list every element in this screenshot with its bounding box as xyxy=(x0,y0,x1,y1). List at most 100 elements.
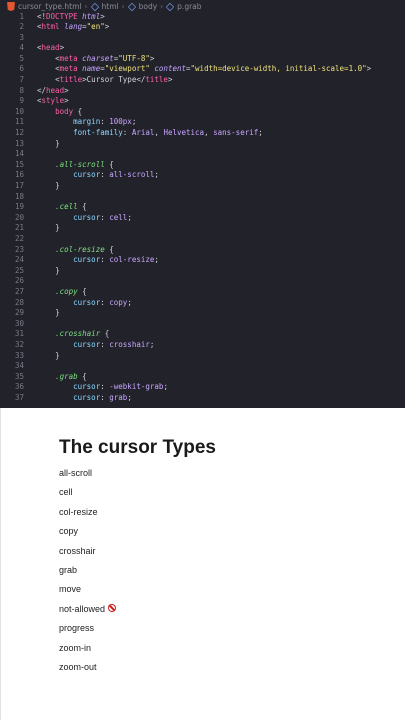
line-number: 5 xyxy=(19,53,24,63)
code-text: cursor: crosshair; xyxy=(73,339,155,349)
code-text: <meta charset="UTF-8"> xyxy=(55,53,155,63)
list-item-zoom-in[interactable]: zoom-in xyxy=(59,642,116,661)
code-line[interactable]: 33 } xyxy=(0,351,405,362)
line-number: 29 xyxy=(14,308,24,318)
breadcrumb-file[interactable]: cursor_type.html xyxy=(7,2,82,11)
breadcrumb-p-grab[interactable]: p.grab xyxy=(165,2,202,11)
list-item-all-scroll[interactable]: all-scroll xyxy=(59,467,116,486)
code-text: font-family: Arial, Helvetica, sans-seri… xyxy=(73,128,263,138)
code-line[interactable]: 9 <style> xyxy=(0,96,405,107)
list-item-progress[interactable]: progress xyxy=(59,622,116,641)
line-number: 28 xyxy=(14,297,24,307)
list-item-label: grab xyxy=(59,564,78,575)
code-text: cursor: all-scroll; xyxy=(73,170,159,180)
breadcrumb-body[interactable]: body xyxy=(127,2,157,11)
code-line[interactable]: 8 </head> xyxy=(0,86,405,97)
code-line[interactable]: 2 <html lang="en"> xyxy=(0,22,405,33)
list-item-copy[interactable]: copy xyxy=(59,525,116,544)
list-item-crosshair[interactable]: crosshair xyxy=(59,545,116,564)
html5-icon xyxy=(7,2,15,11)
code-text: <meta name="viewport" content="width=dev… xyxy=(55,64,372,74)
code-lines[interactable]: 1 <!DOCTYPE html> 2 <html lang="en"> 3 4 <head… xyxy=(0,12,405,404)
list-item-cell[interactable]: cell xyxy=(59,486,116,505)
line-number: 3 xyxy=(19,32,24,42)
code-line[interactable]: 35 .grab { xyxy=(0,372,405,383)
code-text: cursor: cell; xyxy=(73,212,132,222)
line-number: 8 xyxy=(19,85,24,95)
code-line[interactable]: 26 xyxy=(0,276,405,287)
code-line[interactable]: 12 font-family: Arial, Helvetica, sans-s… xyxy=(0,128,405,139)
code-line[interactable]: 27 .copy { xyxy=(0,287,405,298)
list-item-label: zoom-out xyxy=(59,661,97,672)
code-line[interactable]: 29 } xyxy=(0,308,405,319)
code-line[interactable]: 25 } xyxy=(0,266,405,277)
line-number: 36 xyxy=(14,382,24,392)
code-line[interactable]: 3 xyxy=(0,33,405,44)
code-line[interactable]: 23 .col-resize { xyxy=(0,245,405,256)
line-number: 1 xyxy=(19,11,24,21)
chevron-right-icon: › xyxy=(121,2,125,11)
code-line[interactable]: 36 cursor: -webkit-grab; xyxy=(0,382,405,393)
code-line[interactable]: 15 .all-scroll { xyxy=(0,160,405,171)
list-item-col-resize[interactable]: col-resize xyxy=(59,506,116,525)
chevron-right-icon: › xyxy=(160,2,164,11)
code-editor[interactable]: cursor_type.html › html › body › p.grab … xyxy=(0,0,405,408)
code-text: .grab { xyxy=(55,371,87,381)
code-line[interactable]: 6 <meta name="viewport" content="width=d… xyxy=(0,64,405,75)
line-number: 10 xyxy=(14,106,24,116)
code-line[interactable]: 7 <title>Cursor Type</title> xyxy=(0,75,405,86)
code-text: } xyxy=(55,181,60,190)
code-text: cursor: grab; xyxy=(73,392,132,402)
code-line[interactable]: 34 xyxy=(0,361,405,372)
list-item-label: progress xyxy=(59,623,95,634)
list-item-label: col-resize xyxy=(59,506,98,517)
code-line[interactable]: 22 xyxy=(0,234,405,245)
line-number: 11 xyxy=(14,117,24,127)
code-line[interactable]: 17 } xyxy=(0,181,405,192)
code-line[interactable]: 14 xyxy=(0,149,405,160)
list-item-label: move xyxy=(59,584,82,595)
code-text: <html lang="en"> xyxy=(37,22,110,32)
code-line[interactable]: 10 body { xyxy=(0,107,405,118)
list-item-not-allowed[interactable]: not-allowed xyxy=(59,603,117,622)
line-number: 20 xyxy=(14,212,24,222)
list-item-label: copy xyxy=(59,526,79,537)
code-text: cursor: -webkit-grab; xyxy=(73,382,168,392)
code-line[interactable]: 16 cursor: all-scroll; xyxy=(0,170,405,181)
code-line[interactable]: 37 cursor: grab; xyxy=(0,393,405,404)
code-line[interactable]: 1 <!DOCTYPE html> xyxy=(0,12,405,23)
line-number: 14 xyxy=(14,149,24,159)
line-number: 24 xyxy=(14,255,24,265)
code-text: <head> xyxy=(37,43,65,53)
line-number: 21 xyxy=(14,223,24,233)
code-line[interactable]: 24 cursor: col-resize; xyxy=(0,255,405,266)
line-number: 30 xyxy=(14,318,24,328)
code-line[interactable]: 5 <meta charset="UTF-8"> xyxy=(0,54,405,65)
code-line[interactable]: 28 cursor: copy; xyxy=(0,298,405,309)
breadcrumb-html[interactable]: html xyxy=(90,2,119,11)
element-icon xyxy=(127,2,136,11)
code-line[interactable]: 4 <head> xyxy=(0,43,405,54)
code-line[interactable]: 32 cursor: crosshair; xyxy=(0,340,405,351)
line-number: 25 xyxy=(14,265,24,275)
code-line[interactable]: 31 .crosshair { xyxy=(0,329,405,340)
code-line[interactable]: 20 cursor: cell; xyxy=(0,213,405,224)
code-line[interactable]: 11 margin: 100px; xyxy=(0,117,405,128)
breadcrumb-p-grab-label: p.grab xyxy=(177,2,202,11)
code-line[interactable]: 19 .cell { xyxy=(0,202,405,213)
list-item-grab[interactable]: grab xyxy=(59,564,116,583)
list-item-label: zoom-in xyxy=(59,642,92,653)
code-text: .cell { xyxy=(55,202,87,212)
code-line[interactable]: 13 } xyxy=(0,139,405,150)
line-number: 16 xyxy=(14,170,24,180)
page-title: The cursor Types xyxy=(59,437,216,458)
not-allowed-cursor-icon xyxy=(108,603,117,612)
code-line[interactable]: 18 xyxy=(0,192,405,203)
line-number: 15 xyxy=(14,159,24,169)
code-line[interactable]: 21 } xyxy=(0,223,405,234)
list-item-move[interactable]: move xyxy=(59,583,116,602)
code-text: .all-scroll { xyxy=(55,159,114,169)
code-line[interactable]: 30 xyxy=(0,319,405,330)
line-number: 7 xyxy=(19,75,24,85)
list-item-zoom-out[interactable]: zoom-out xyxy=(59,661,116,680)
